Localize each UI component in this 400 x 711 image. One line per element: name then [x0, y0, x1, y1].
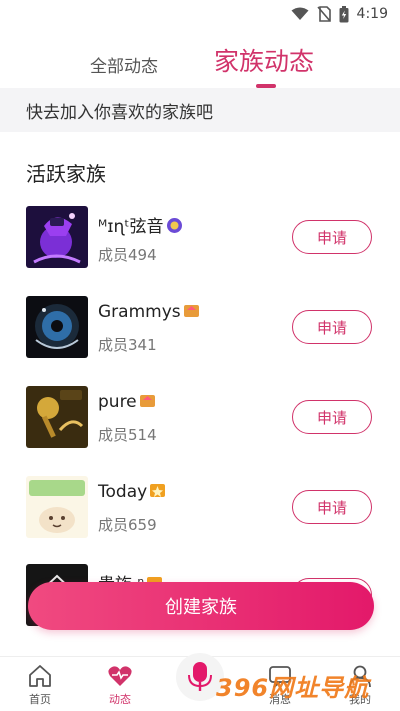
family-members: 成员514: [98, 426, 157, 444]
create-family-button[interactable]: 创建家族: [28, 582, 374, 630]
tab-all-moments[interactable]: 全部动态: [90, 52, 158, 77]
top-tabs: 全部动态 家族动态: [0, 36, 400, 90]
family-row[interactable]: pure 成员514 申请: [0, 386, 400, 450]
family-members: 成员659: [98, 516, 157, 534]
cartoon-cover-icon: [26, 476, 88, 538]
family-members: 成员494: [98, 246, 157, 264]
site-watermark: 396网址导航: [216, 674, 370, 702]
level-badge-icon: [183, 305, 199, 317]
family-name: ᴹɪɳᵗ弦音: [98, 212, 183, 237]
nav-item-moments[interactable]: 动态: [90, 663, 150, 707]
apply-button[interactable]: 申请: [292, 220, 372, 254]
banner-text: 快去加入你喜欢的家族吧: [26, 102, 213, 123]
apply-button[interactable]: 申请: [292, 400, 372, 434]
battery-charging-icon: [339, 5, 349, 22]
family-row[interactable]: Grammys 成员341 申请: [0, 296, 400, 360]
family-row[interactable]: Today 成员659 申请: [0, 476, 400, 540]
apply-button[interactable]: 申请: [292, 310, 372, 344]
join-family-banner: 快去加入你喜欢的家族吧: [0, 88, 400, 132]
nav-label-home: 首页: [29, 693, 51, 706]
home-icon: [29, 665, 51, 687]
microphone-icon: [188, 662, 212, 691]
family-name: pure: [98, 392, 156, 412]
level-badge-icon: [166, 218, 182, 233]
nav-label-moments: 动态: [109, 693, 131, 706]
nav-item-home[interactable]: 首页: [10, 663, 70, 707]
family-name: Grammys: [98, 302, 200, 322]
music-cover-icon: [26, 206, 88, 268]
wifi-icon: [291, 7, 309, 20]
level-badge-icon: [139, 395, 155, 407]
family-members: 成员341: [98, 336, 157, 354]
apply-button[interactable]: 申请: [292, 490, 372, 524]
record-cover-icon: [26, 296, 88, 358]
family-name: Today: [98, 482, 166, 502]
level-badge-icon: [150, 484, 166, 497]
section-title: 活跃家族: [26, 162, 106, 186]
status-time: 4:19: [356, 6, 388, 22]
no-sim-icon: [316, 6, 331, 22]
family-row[interactable]: ᴹɪɳᵗ弦音 成员494 申请: [0, 206, 400, 270]
status-bar: 4:19: [0, 0, 400, 28]
heart-pulse-icon: [108, 666, 132, 686]
tab-family-moments[interactable]: 家族动态: [214, 42, 314, 78]
microphone-cover-icon: [26, 386, 88, 448]
